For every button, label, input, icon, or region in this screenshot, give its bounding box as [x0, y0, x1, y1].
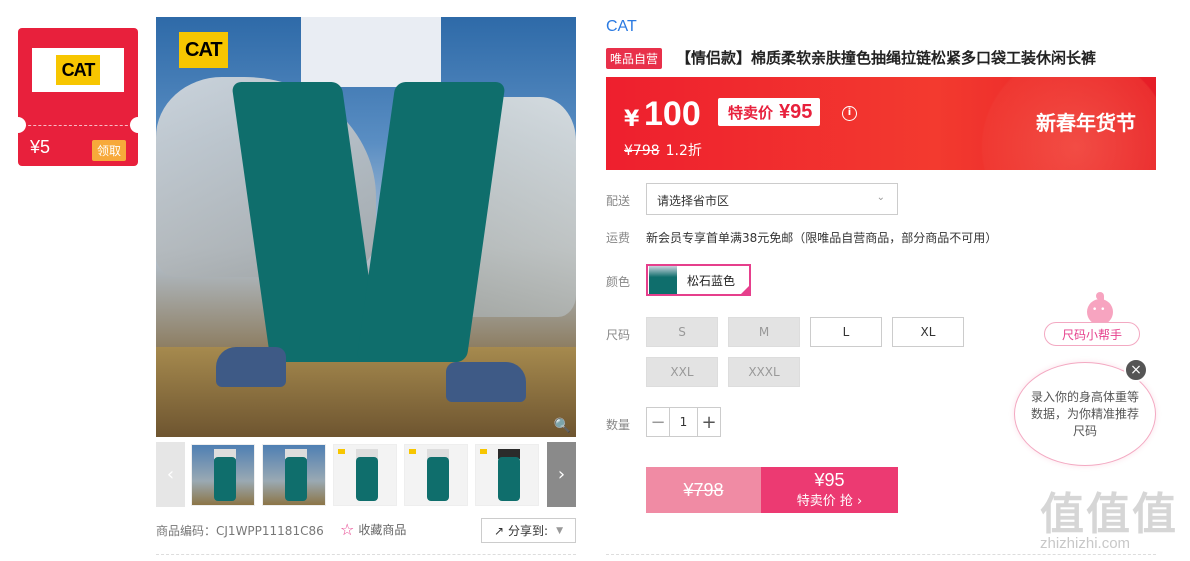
quantity-value[interactable]: 1 — [669, 408, 698, 436]
quantity-stepper: − 1 + — [646, 407, 721, 437]
thumbnail[interactable] — [404, 444, 468, 506]
color-swatch — [649, 266, 677, 294]
brand-coupon[interactable]: CAT ¥5 领取 — [18, 28, 138, 166]
product-code: 商品编码：CJ1WPP11181C86 — [156, 524, 324, 538]
photo-brand-logo: CAT — [179, 32, 228, 68]
buy-special-price[interactable]: ¥95 特卖价 抢 › — [761, 467, 898, 513]
quantity-minus-button[interactable]: − — [647, 408, 669, 436]
info-icon[interactable]: i — [842, 106, 857, 121]
thumbnail[interactable] — [262, 444, 326, 506]
color-label: 颜色 — [606, 275, 631, 289]
color-option-selected[interactable]: 松石蓝色 — [646, 264, 751, 296]
chevron-down-icon: ⌄ — [876, 192, 885, 203]
quantity-label: 数量 — [606, 418, 631, 432]
thumbnail-next-button[interactable]: › — [547, 442, 576, 507]
size-helper-button[interactable]: 尺码小帮手 — [1044, 322, 1140, 346]
size-option-l[interactable]: L — [810, 317, 882, 347]
share-icon: ↗ — [493, 523, 505, 538]
size-option-m[interactable]: M — [728, 317, 800, 347]
coupon-claim-button[interactable]: 领取 — [91, 140, 126, 161]
festival-label: 新春年货节 — [1036, 111, 1136, 135]
thumbnail[interactable] — [191, 444, 255, 506]
current-price: 100 — [644, 95, 701, 133]
thumbnail-prev-button[interactable]: ‹ — [156, 442, 185, 507]
brand-name[interactable]: CAT — [606, 18, 637, 36]
quantity-plus-button[interactable]: + — [698, 408, 720, 436]
region-select[interactable]: 请选择省市区 ⌄ — [646, 183, 898, 215]
star-icon: ☆ — [340, 520, 355, 539]
size-option-xxl[interactable]: XXL — [646, 357, 718, 387]
watermark-url: zhizhizhi.com — [1040, 535, 1131, 552]
size-option-xl[interactable]: XL — [892, 317, 964, 347]
main-product-image[interactable]: CAT 🔍 — [156, 17, 576, 437]
zoom-icon[interactable]: 🔍 — [554, 418, 571, 434]
coupon-brand-logo: CAT — [32, 48, 124, 92]
buy-original-price[interactable]: ¥798 — [646, 467, 761, 513]
size-option-s[interactable]: S — [646, 317, 718, 347]
buy-button[interactable]: ¥798 ¥95 特卖价 抢 › — [646, 467, 898, 513]
price-banner: ¥ 100 特卖价 ¥95 i ¥798 1.2折 新春年货节 — [606, 77, 1156, 170]
favorite-button[interactable]: ☆ 收藏商品 — [340, 520, 406, 539]
close-icon[interactable]: × — [1124, 358, 1148, 382]
delivery-label: 配送 — [606, 194, 631, 208]
self-operated-badge: 唯品自营 — [606, 48, 663, 69]
special-price-tag: 特卖价 ¥95 — [718, 98, 821, 126]
shipping-label: 运费 — [606, 231, 631, 245]
shipping-text: 新会员专享首单满38元免邮（限唯品自营商品，部分商品不可用） — [646, 231, 998, 245]
size-label: 尺码 — [606, 328, 631, 342]
thumbnail[interactable] — [333, 444, 397, 506]
selected-check-icon — [739, 284, 751, 296]
cat-logo-text: CAT — [55, 55, 101, 85]
product-title: 【情侣款】棉质柔软亲肤撞色抽绳拉链松紧多口袋工装休闲长裤 — [676, 49, 1097, 67]
watermark: 值值值 — [1040, 489, 1178, 540]
thumbnail[interactable] — [475, 444, 539, 506]
original-price: ¥798 1.2折 — [624, 143, 702, 159]
size-option-xxxl[interactable]: XXXL — [728, 357, 800, 387]
coupon-amount: ¥5 — [30, 137, 51, 157]
share-button[interactable]: ↗ 分享到: ▼ — [481, 518, 576, 543]
caret-down-icon: ▼ — [556, 525, 564, 536]
